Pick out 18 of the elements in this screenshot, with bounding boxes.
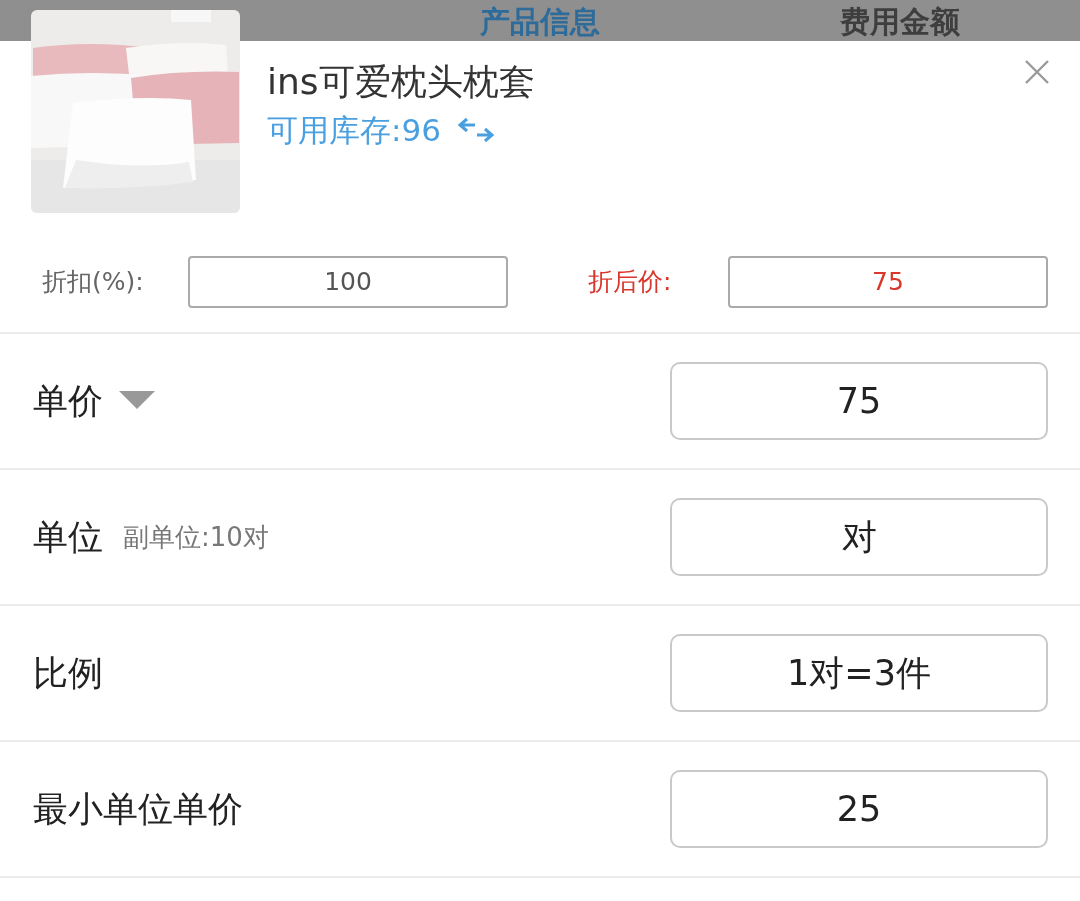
discounted-price-label: 折后价:: [588, 266, 673, 298]
sub-unit-note: 副单位:10对: [123, 520, 269, 554]
close-icon[interactable]: [1024, 59, 1050, 85]
discount-field[interactable]: 100: [188, 255, 508, 308]
field-label: 单位: [33, 515, 103, 559]
discounted-price-field[interactable]: 75: [728, 255, 1048, 308]
input-field[interactable]: 对: [670, 498, 1048, 576]
input-field[interactable]: 25: [670, 770, 1048, 848]
field-label: 比例: [33, 651, 103, 695]
input-field[interactable]: 75: [670, 362, 1048, 440]
field-label: 单价: [33, 379, 103, 423]
dropdown-triangle-icon[interactable]: [119, 391, 155, 411]
swap-arrows-icon[interactable]: [456, 117, 495, 143]
field-label: 最小单位单价: [33, 787, 243, 831]
discount-label: 折扣(%):: [42, 266, 145, 298]
input-field[interactable]: 1对=3件: [670, 634, 1048, 712]
product-name: ins可爱枕头枕套: [267, 60, 535, 104]
stock-count: 可用库存:96: [267, 111, 441, 150]
